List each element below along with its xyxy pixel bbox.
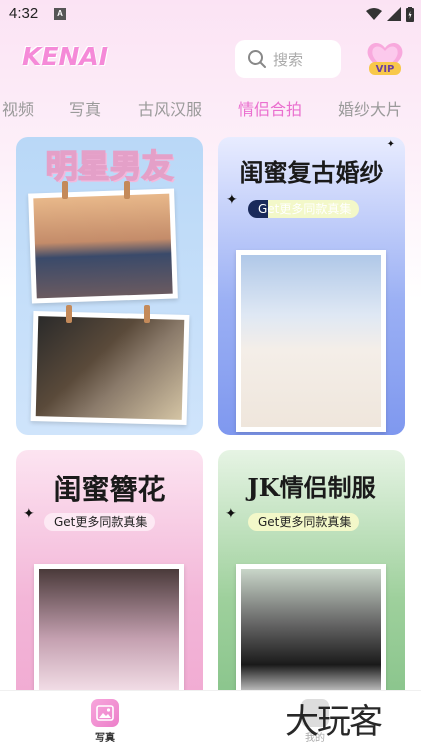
clip-icon xyxy=(124,181,130,199)
get-more-pill[interactable]: Get更多同款真集 xyxy=(44,513,156,531)
card-title: 明星男友 xyxy=(45,146,175,186)
wifi-icon xyxy=(366,8,382,20)
couple-photo-1 xyxy=(28,188,178,304)
tab-portrait[interactable]: 写真 xyxy=(69,96,101,120)
wedding-photo xyxy=(236,250,386,432)
vip-badge[interactable]: VIP xyxy=(363,38,407,78)
sparkle-icon: ✦ xyxy=(23,506,35,522)
clip-icon xyxy=(66,305,72,323)
get-more-label: Get更多同款真集 xyxy=(54,515,148,529)
tab-video[interactable]: 视频 xyxy=(2,96,34,120)
status-bar: 4:32 A xyxy=(0,0,421,30)
nav-label: 写真 xyxy=(95,733,115,744)
sparkle-icon: ✦ xyxy=(226,192,238,208)
get-more-label: Get更多同款真集 xyxy=(258,515,352,529)
sparkle-icon: ✦ xyxy=(225,506,237,522)
watermark: 大玩客 xyxy=(285,702,383,742)
get-more-pill[interactable]: Get更多同款真集 xyxy=(248,513,360,531)
card-star-boyfriend[interactable]: 明星男友 xyxy=(16,137,203,435)
clip-icon xyxy=(62,181,68,199)
app-logo: KENAI xyxy=(22,42,109,71)
clip-icon xyxy=(144,305,150,323)
card-title: 闺蜜复古婚纱 xyxy=(239,158,384,187)
notification-icon: A xyxy=(54,8,66,20)
status-time: 4:32 xyxy=(9,5,39,22)
category-tabs: 视频 写真 古风汉服 情侣合拍 婚纱大片 xyxy=(0,96,421,124)
card-title: 闺蜜簪花 xyxy=(53,473,166,506)
search-box[interactable]: 搜索 xyxy=(235,40,341,78)
nav-portrait[interactable]: 写真 xyxy=(75,699,135,744)
sparkle-icon: ✦ xyxy=(386,139,395,150)
get-more-pill[interactable]: Get更多同款真集 xyxy=(248,200,360,218)
search-placeholder: 搜索 xyxy=(273,50,304,69)
signal-icon xyxy=(387,7,401,21)
app-header: KENAI 搜索 VIP xyxy=(0,38,421,82)
vip-heart-icon: VIP xyxy=(367,42,403,75)
card-bestie-wedding[interactable]: ✦ 闺蜜复古婚纱 ✦ Get更多同款真集 xyxy=(218,137,405,435)
photo-icon xyxy=(91,699,119,727)
tab-hanfu[interactable]: 古风汉服 xyxy=(138,96,202,120)
battery-icon xyxy=(406,6,414,22)
tab-couple[interactable]: 情侣合拍 xyxy=(238,96,302,120)
vip-label: VIP xyxy=(376,64,395,75)
get-more-label: Get更多同款真集 xyxy=(258,202,352,216)
search-icon xyxy=(248,50,266,68)
card-title: JK情侣制服 xyxy=(247,473,376,502)
status-icons xyxy=(366,6,414,22)
couple-photo-2 xyxy=(30,310,190,426)
tab-wedding[interactable]: 婚纱大片 xyxy=(338,96,402,120)
